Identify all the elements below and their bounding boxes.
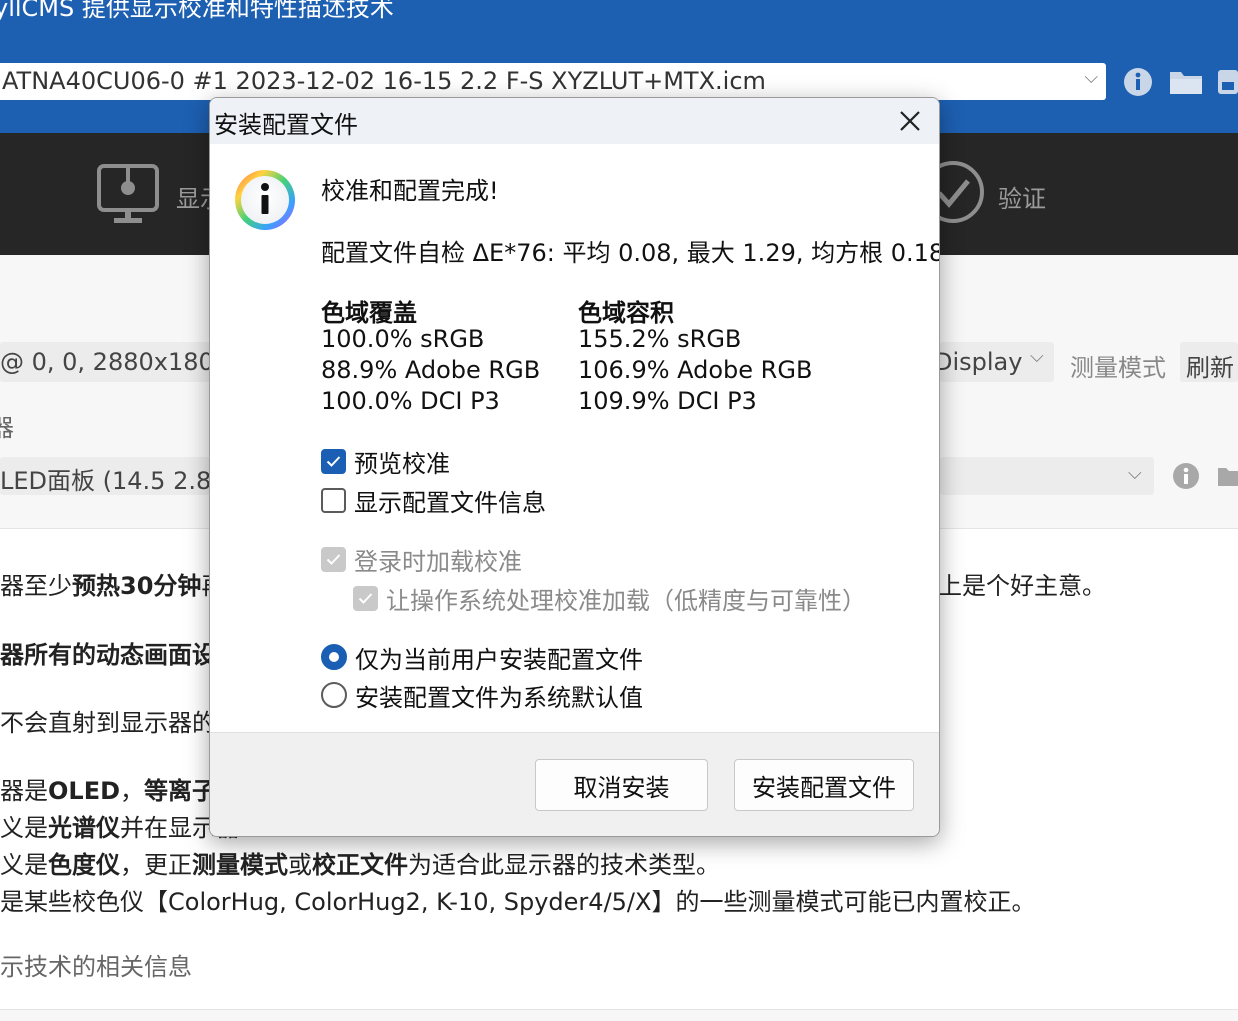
app-title: yllCMS 提供显示校准和特性描述技术 [0, 0, 394, 22]
gamut-coverage-value: 88.9% Adobe RGB [321, 356, 541, 384]
chevron-down-icon: ⌵ [1128, 463, 1142, 484]
content-line: 义是光谱仪并在显示器 [0, 814, 240, 842]
info-icon[interactable] [1172, 462, 1200, 490]
gamut-volume-value: 155.2% sRGB [578, 325, 742, 353]
show-profile-info-checkbox[interactable]: 显示配置文件信息 [321, 485, 546, 517]
dialog-title: 安装配置文件 [214, 111, 358, 139]
row-label: 器 [0, 414, 14, 442]
dialog-footer: 取消安装 安装配置文件 [210, 732, 939, 836]
install-profile-button[interactable]: 安装配置文件 [734, 759, 914, 811]
checkbox-checked-icon [353, 585, 378, 611]
info-icon [235, 170, 295, 230]
gamut-coverage-value: 100.0% sRGB [321, 325, 485, 353]
checkbox-checked-icon [321, 546, 346, 572]
display-select-value: @ 0, 0, 2880x1800 [0, 348, 230, 376]
install-system-default-radio[interactable]: 安装配置文件为系统默认值 [321, 680, 643, 712]
folder-icon[interactable] [1216, 462, 1238, 490]
install-current-user-label: 仅为当前用户安装配置文件 [355, 645, 643, 674]
tab-verify[interactable]: 验证 [998, 179, 1046, 214]
preview-calibration-checkbox[interactable]: 预览校准 [321, 446, 450, 478]
folder-icon[interactable] [1168, 66, 1204, 98]
completion-message: 校准和配置完成! [321, 177, 499, 205]
chevron-down-icon: ⌵ [1030, 346, 1044, 367]
checkbox-checked-icon [321, 448, 346, 474]
panel-select-right[interactable] [940, 457, 1154, 495]
content-line: 器至少预热30分钟再 [0, 572, 225, 600]
content-line: 不会直射到显示器的屏 [0, 709, 240, 737]
panel-select-value: LED面板 (14.5 2.8K [0, 467, 227, 495]
dialog-titlebar: 安装配置文件 [210, 98, 939, 144]
load-on-login-checkbox[interactable]: 登录时加载校准 [321, 544, 522, 576]
close-icon[interactable] [895, 106, 925, 136]
radio-selected-icon [321, 644, 347, 670]
display-tech-info-link[interactable]: 示技术的相关信息 [0, 947, 192, 982]
display-type-value: Display [934, 348, 1023, 376]
content-line: 器所有的动态画面设置 [0, 641, 240, 669]
content-line: 器是OLED，等离子或 [0, 777, 240, 805]
content-line-right: 上是个好主意。 [938, 572, 1106, 600]
profile-select[interactable]: ATNA40CU06-0 #1 2023-12-02 16-15 2.2 F-S… [0, 63, 1106, 100]
info-icon[interactable] [1122, 66, 1154, 98]
profile-select-value: ATNA40CU06-0 #1 2023-12-02 16-15 2.2 F-S… [2, 67, 766, 95]
radio-unselected-icon [321, 682, 347, 708]
gamut-coverage-value: 100.0% DCI P3 [321, 387, 500, 415]
cancel-install-button[interactable]: 取消安装 [535, 759, 708, 811]
show-profile-info-label: 显示配置文件信息 [354, 488, 546, 517]
install-current-user-radio[interactable]: 仅为当前用户安装配置文件 [321, 642, 643, 674]
save-icon[interactable] [1216, 66, 1238, 98]
preview-calibration-label: 预览校准 [354, 449, 450, 478]
content-line: 义是色度仪，更正测量模式或校正文件为适合此显示器的技术类型。 [0, 851, 720, 879]
load-on-login-label: 登录时加载校准 [354, 547, 522, 576]
install-profile-dialog: 安装配置文件 校准和配置完成! 配置文件自检 ΔE*76: 平均 0.08, 最… [209, 97, 940, 837]
gamut-coverage-heading: 色域覆盖 [321, 299, 417, 327]
chevron-down-icon: ⌵ [1084, 67, 1098, 88]
gamut-volume-heading: 色域容积 [578, 299, 674, 327]
gamut-volume-value: 106.9% Adobe RGB [578, 356, 813, 384]
os-handles-loading-checkbox[interactable]: 让操作系统处理校准加载（低精度与可靠性） [353, 583, 866, 615]
content-line: 是某些校色仪【ColorHug, ColorHug2, K-10, Spyder… [0, 888, 1036, 916]
self-check-summary: 配置文件自检 ΔE*76: 平均 0.08, 最大 1.29, 均方根 0.18 [321, 239, 940, 267]
display-icon[interactable] [96, 163, 160, 227]
checkbox-unchecked-icon [321, 487, 346, 513]
install-system-default-label: 安装配置文件为系统默认值 [355, 683, 643, 712]
measure-mode-label: 测量模式 [1070, 354, 1166, 382]
refresh-label: 刷新 [1186, 354, 1234, 382]
gamut-volume-value: 109.9% DCI P3 [578, 387, 757, 415]
os-handles-loading-label: 让操作系统处理校准加载（低精度与可靠性） [386, 586, 866, 615]
